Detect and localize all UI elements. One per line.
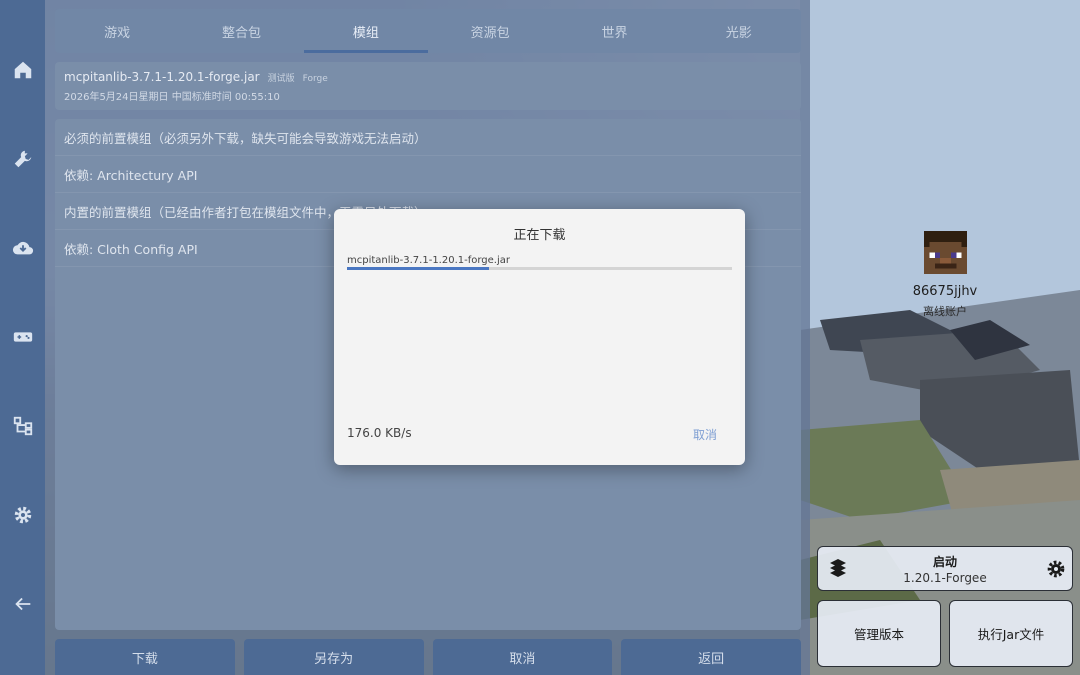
dialog-cancel-button[interactable]: 取消 (693, 426, 717, 443)
download-progress-bar (347, 267, 732, 270)
mod-file-name: mcpitanlib-3.7.1-1.20.1-forge.jar (64, 70, 260, 84)
player-avatar[interactable] (924, 231, 967, 274)
manage-versions-button[interactable]: 管理版本 (817, 600, 941, 667)
tab-shader[interactable]: 光影 (677, 9, 801, 53)
gamepad-icon[interactable] (0, 317, 45, 357)
home-icon[interactable] (0, 50, 45, 90)
launch-label: 启动 (932, 555, 957, 569)
version-settings-icon[interactable] (1046, 559, 1066, 579)
wrench-icon[interactable] (0, 139, 45, 179)
download-button[interactable]: 下载 (55, 639, 235, 675)
tree-icon[interactable] (0, 406, 45, 446)
run-jar-button[interactable]: 执行Jar文件 (949, 600, 1073, 667)
nav-rail (0, 0, 45, 675)
required-deps-header: 必须的前置模组（必须另外下载，缺失可能会导致游戏无法启动） (55, 119, 801, 156)
username: 86675jjhv (912, 284, 978, 299)
gear-icon[interactable] (0, 495, 45, 535)
tab-world[interactable]: 世界 (552, 9, 676, 53)
tab-modpack[interactable]: 整合包 (179, 9, 303, 53)
dependency-item[interactable]: 依赖: Architectury API (55, 156, 801, 193)
tab-mods[interactable]: 模组 (303, 9, 429, 53)
release-type-tag: 测试版 (267, 74, 295, 84)
bottom-action-bar: 下载 另存为 取消 返回 (55, 639, 801, 675)
loader-tag: Forge (302, 74, 328, 84)
launch-button[interactable]: 启动 1.20.1-Forgee (817, 546, 1073, 591)
download-file-name: mcpitanlib-3.7.1-1.20.1-forge.jar (347, 255, 511, 266)
cancel-button[interactable]: 取消 (432, 639, 613, 675)
download-dialog: 正在下载 mcpitanlib-3.7.1-1.20.1-forge.jar 1… (334, 209, 745, 465)
account-type: 离线账户 (923, 305, 967, 318)
tab-game[interactable]: 游戏 (55, 9, 179, 53)
download-speed: 176.0 KB/s (347, 426, 412, 440)
save-as-button[interactable]: 另存为 (243, 639, 424, 675)
back-arrow-icon[interactable] (0, 584, 45, 624)
cloud-download-icon[interactable] (0, 228, 45, 268)
back-button[interactable]: 返回 (621, 639, 801, 675)
selected-version: 1.20.1-Forgee (903, 571, 987, 585)
mod-version-card[interactable]: mcpitanlib-3.7.1-1.20.1-forge.jar 测试版 Fo… (55, 62, 801, 110)
download-progress-fill (347, 267, 490, 270)
category-tabs: 游戏 整合包 模组 资源包 世界 光影 (55, 9, 801, 53)
dialog-title: 正在下载 (513, 228, 566, 243)
mod-date: 2026年5月24日星期日 中国标准时间 00:55:10 (64, 92, 280, 103)
tab-resourcepack[interactable]: 资源包 (428, 9, 552, 53)
